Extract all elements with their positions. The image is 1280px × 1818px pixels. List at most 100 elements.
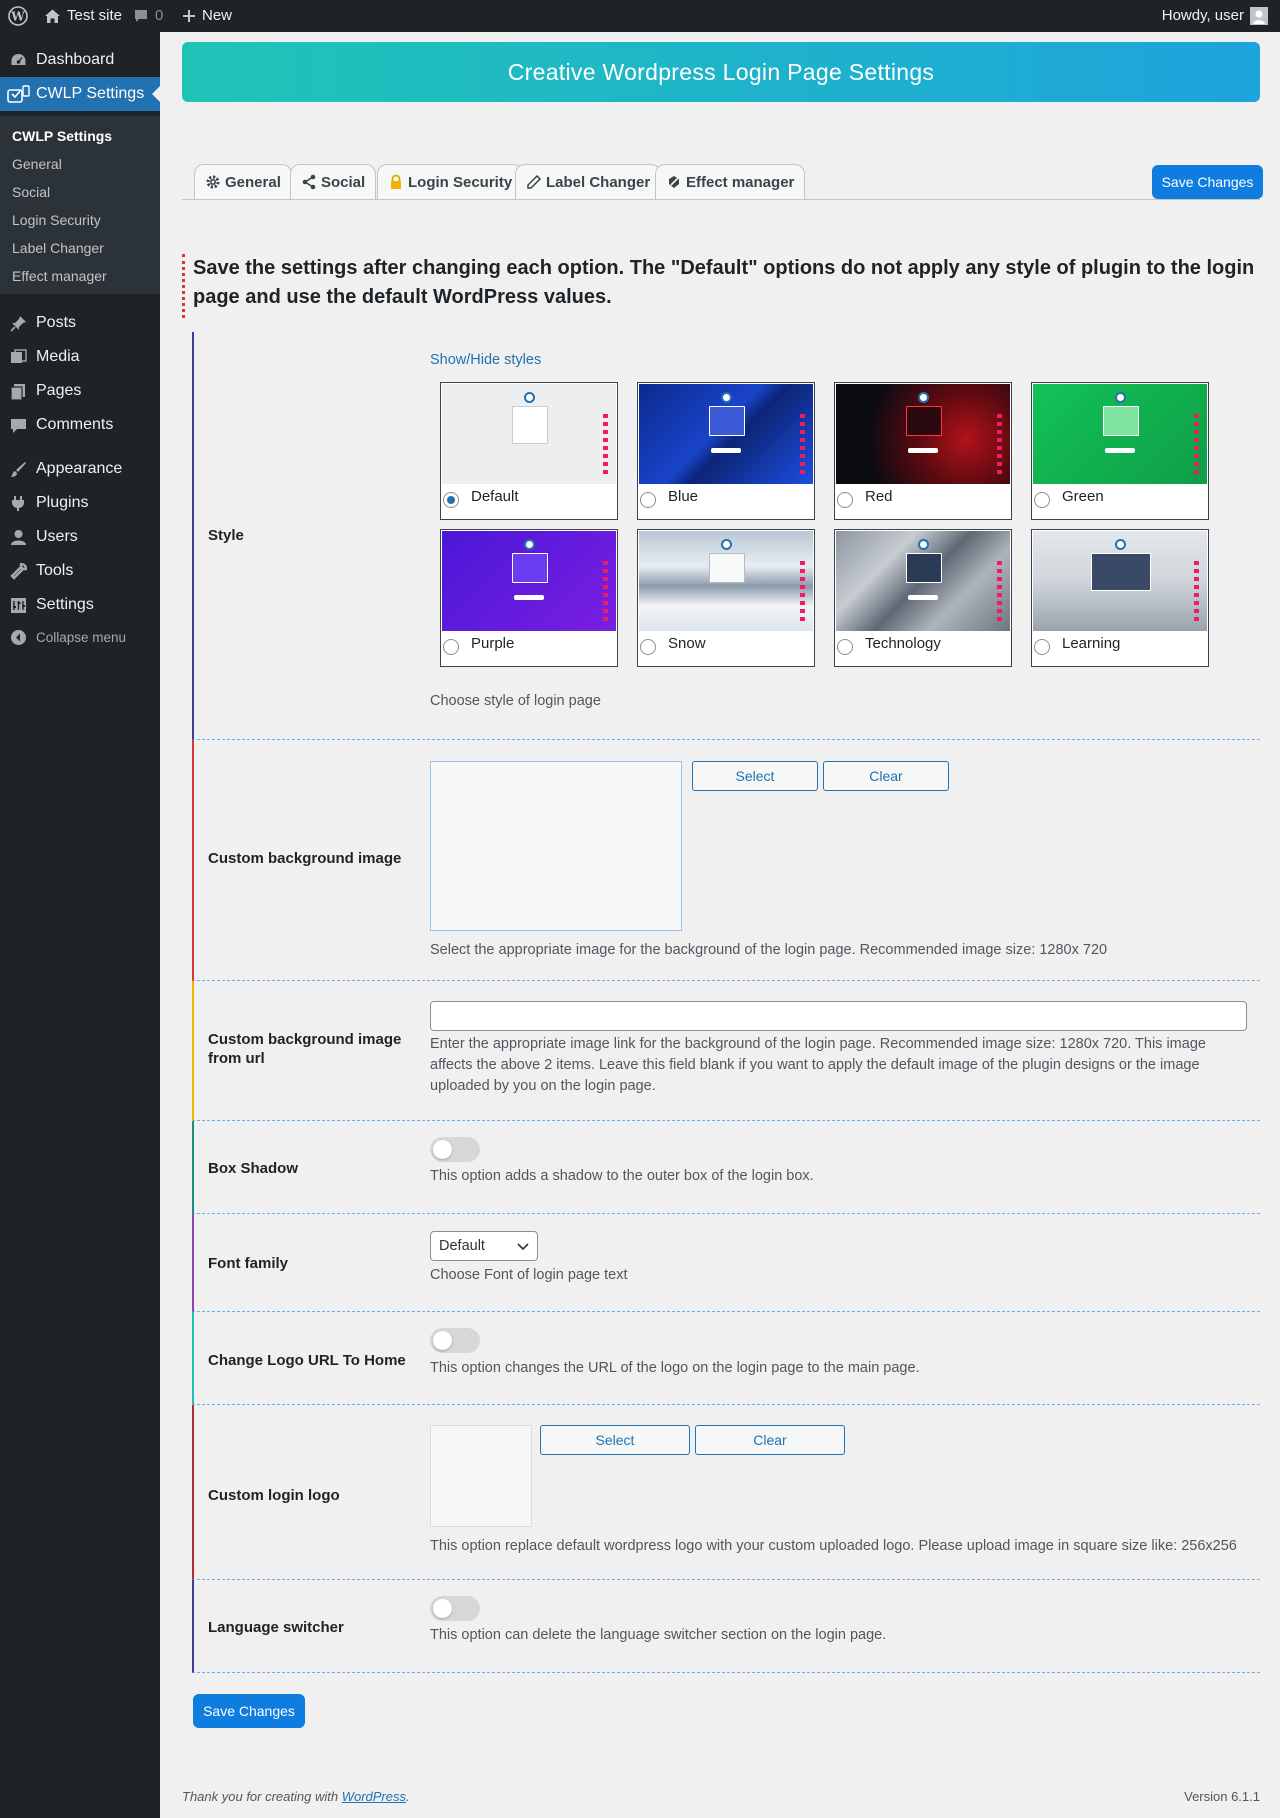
style-radio[interactable] bbox=[837, 492, 853, 508]
font-family-value: Default bbox=[439, 1238, 485, 1254]
sidebar-item-dashboard[interactable]: Dashboard bbox=[0, 43, 160, 77]
style-option-learning[interactable]: Learning bbox=[1031, 529, 1209, 667]
style-option-green[interactable]: Green bbox=[1031, 382, 1209, 520]
language-switcher-toggle[interactable] bbox=[430, 1596, 480, 1621]
wordpress-logo-icon[interactable]: W bbox=[8, 0, 28, 32]
account-menu[interactable]: Howdy, user bbox=[1162, 0, 1268, 32]
home-icon bbox=[45, 9, 60, 23]
share-icon bbox=[302, 174, 316, 190]
style-option-snow[interactable]: Snow bbox=[637, 529, 815, 667]
submenu-item-label-changer[interactable]: Label Changer bbox=[12, 240, 104, 256]
new-content-link[interactable]: New bbox=[182, 0, 232, 32]
sidebar-item-label: Pages bbox=[36, 382, 82, 399]
dashboard-icon bbox=[11, 54, 26, 65]
lock-icon bbox=[391, 174, 401, 189]
tab-label: Social bbox=[321, 173, 366, 191]
sidebar-item-cwlp-settings[interactable]: CWLP Settings bbox=[0, 77, 160, 111]
style-radio[interactable] bbox=[443, 492, 459, 508]
setting-row-login-logo: Custom login logo Select Clear This opti… bbox=[192, 1405, 1260, 1580]
style-name: Snow bbox=[668, 635, 706, 652]
setting-row-style: Style Show/Hide styles Default Blue Red bbox=[192, 332, 1260, 740]
plus-icon bbox=[183, 10, 195, 22]
pencil-icon bbox=[527, 174, 542, 189]
style-radio[interactable] bbox=[1034, 492, 1050, 508]
save-changes-button-top[interactable]: Save Changes bbox=[1152, 165, 1263, 199]
background-image-clear-button[interactable]: Clear bbox=[823, 761, 949, 791]
style-preview-snow bbox=[639, 531, 813, 631]
sidebar-item-plugins[interactable]: Plugins bbox=[0, 486, 160, 520]
style-radio[interactable] bbox=[443, 639, 459, 655]
collapse-icon bbox=[11, 630, 26, 645]
submenu-item-social[interactable]: Social bbox=[12, 184, 50, 200]
tab-divider bbox=[182, 199, 1260, 200]
setting-row-language-switcher: Language switcher This option can delete… bbox=[192, 1580, 1260, 1673]
admin-sidebar: Dashboard CWLP Settings CWLP Settings Ge… bbox=[0, 32, 160, 1818]
sidebar-item-comments[interactable]: Comments bbox=[0, 408, 160, 442]
submenu-item-login-security[interactable]: Login Security bbox=[12, 212, 101, 228]
style-preview-red bbox=[836, 384, 1010, 484]
background-url-input[interactable] bbox=[430, 1001, 1247, 1031]
settings-icon bbox=[11, 598, 26, 613]
background-image-select-button[interactable]: Select bbox=[692, 761, 818, 791]
show-hide-styles-link[interactable]: Show/Hide styles bbox=[430, 352, 541, 368]
submenu-item-general[interactable]: General bbox=[12, 156, 62, 172]
style-name: Learning bbox=[1062, 635, 1121, 652]
submenu-item-cwlp-settings[interactable]: CWLP Settings bbox=[12, 128, 112, 144]
setting-description: This option can delete the language swit… bbox=[430, 1627, 887, 1643]
style-option-purple[interactable]: Purple bbox=[440, 529, 618, 667]
login-logo-select-button[interactable]: Select bbox=[540, 1425, 690, 1455]
style-preview-blue bbox=[639, 384, 813, 484]
tab-label: Effect manager bbox=[686, 173, 795, 191]
howdy-text: Howdy, user bbox=[1161, 7, 1244, 24]
save-changes-button-bottom[interactable]: Save Changes bbox=[193, 1694, 305, 1728]
sidebar-item-media[interactable]: Media bbox=[0, 340, 160, 374]
style-radio[interactable] bbox=[837, 639, 853, 655]
background-image-preview bbox=[430, 761, 682, 931]
wordpress-link[interactable]: WordPress bbox=[342, 1789, 406, 1804]
svg-text:W: W bbox=[10, 10, 25, 24]
sidebar-item-pages[interactable]: Pages bbox=[0, 374, 160, 408]
setting-description: Enter the appropriate image link for the… bbox=[430, 1036, 1206, 1094]
pages-icon bbox=[10, 384, 25, 400]
comment-count: 0 bbox=[155, 7, 164, 24]
sidebar-item-tools[interactable]: Tools bbox=[0, 554, 160, 588]
tab-general[interactable]: General bbox=[194, 164, 292, 199]
sidebar-item-label: Comments bbox=[36, 416, 114, 433]
sidebar-item-posts[interactable]: Posts bbox=[0, 306, 160, 340]
user-icon bbox=[11, 530, 26, 545]
sidebar-item-appearance[interactable]: Appearance bbox=[0, 452, 160, 486]
style-option-technology[interactable]: Technology bbox=[834, 529, 1012, 667]
style-radio[interactable] bbox=[640, 639, 656, 655]
style-radio[interactable] bbox=[1034, 639, 1050, 655]
logo-url-toggle[interactable] bbox=[430, 1328, 480, 1353]
footer-thanks-text: Thank you for creating with bbox=[182, 1789, 339, 1804]
tab-effect-manager[interactable]: Effect manager bbox=[655, 164, 806, 199]
login-logo-clear-button[interactable]: Clear bbox=[695, 1425, 845, 1455]
sidebar-item-label: Settings bbox=[36, 596, 94, 613]
style-option-blue[interactable]: Blue bbox=[637, 382, 815, 520]
gear-icon bbox=[206, 175, 220, 189]
style-name: Green bbox=[1062, 488, 1104, 505]
style-radio[interactable] bbox=[640, 492, 656, 508]
sidebar-item-users[interactable]: Users bbox=[0, 520, 160, 554]
collapse-menu-button[interactable]: Collapse menu bbox=[0, 620, 160, 654]
magic-icon bbox=[669, 176, 679, 188]
comments-link[interactable]: 0 bbox=[133, 0, 163, 32]
tab-label-changer[interactable]: Label Changer bbox=[515, 164, 662, 199]
site-name-link[interactable]: Test site bbox=[44, 0, 122, 32]
submenu-item-effect-manager[interactable]: Effect manager bbox=[12, 268, 107, 284]
sidebar-item-label: Dashboard bbox=[36, 51, 115, 68]
style-option-default[interactable]: Default bbox=[440, 382, 618, 520]
setting-label: Box Shadow bbox=[208, 1160, 299, 1177]
setting-row-box-shadow: Box Shadow This option adds a shadow to … bbox=[192, 1121, 1260, 1214]
setting-label: Style bbox=[208, 527, 244, 544]
sidebar-item-settings[interactable]: Settings bbox=[0, 588, 160, 622]
sidebar-item-label: CWLP Settings bbox=[36, 85, 145, 102]
tab-social[interactable]: Social bbox=[290, 164, 377, 199]
box-shadow-toggle[interactable] bbox=[430, 1137, 480, 1162]
font-family-select[interactable]: Default bbox=[430, 1231, 538, 1261]
tab-login-security[interactable]: Login Security bbox=[377, 164, 524, 199]
page-title-banner: Creative Wordpress Login Page Settings bbox=[182, 42, 1260, 102]
style-option-red[interactable]: Red bbox=[834, 382, 1012, 520]
style-name: Default bbox=[471, 488, 519, 505]
